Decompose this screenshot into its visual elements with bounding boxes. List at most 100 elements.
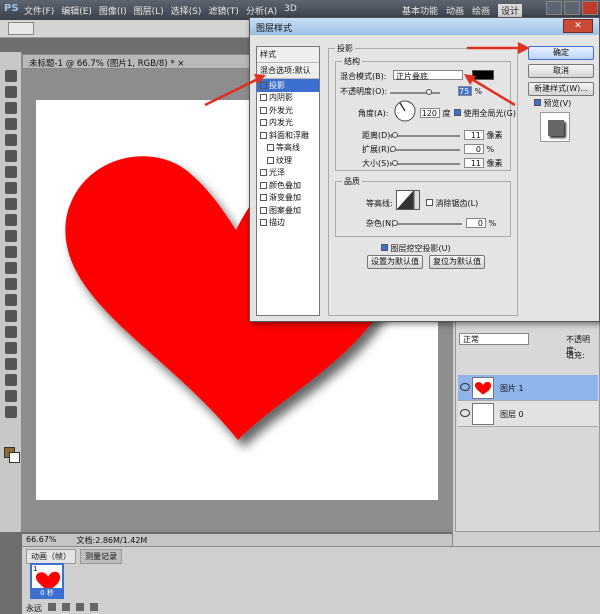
layer-row[interactable]: 图片 1 [458,375,598,401]
tab-animation[interactable]: 动画（帧） [26,549,76,564]
eyedropper-tool-icon[interactable] [5,150,17,162]
path-select-tool-icon[interactable] [5,326,17,338]
noise-input[interactable]: 0 [466,218,486,228]
style-item-checkbox[interactable] [260,219,267,227]
style-item[interactable]: 渐变叠加 [257,192,319,205]
marquee-tool-icon[interactable] [5,86,17,98]
preview-checkbox[interactable] [534,99,541,106]
document-tab-close-icon[interactable]: × [177,59,184,68]
visibility-eye-icon[interactable] [460,383,470,391]
tool-preset-picker[interactable] [8,22,34,35]
shape-tool-icon[interactable] [5,342,17,354]
layer-row[interactable]: 图层 0 [458,401,598,427]
zoom-level[interactable]: 66.67% [26,535,57,545]
menu-select[interactable]: 选择(S) [171,4,202,17]
3d-orbit-tool-icon[interactable] [5,374,17,386]
global-light-checkbox[interactable] [454,109,461,116]
style-item[interactable]: 斜面和浮雕 [257,129,319,142]
layer-name[interactable]: 图层 0 [500,409,524,420]
opacity-slider[interactable] [390,89,440,95]
pen-tool-icon[interactable] [5,294,17,306]
style-item[interactable]: 颜色叠加 [257,179,319,192]
noise-slider[interactable] [392,220,462,226]
layer-blend-mode-select[interactable]: 正常 [459,333,529,345]
menu-image[interactable]: 图像(I) [99,4,127,17]
distance-slider[interactable] [390,132,460,138]
restore-icon[interactable] [564,1,580,15]
move-tool-icon[interactable] [5,70,17,82]
brush-tool-icon[interactable] [5,182,17,194]
zoom-tool-icon[interactable] [5,406,17,418]
style-item-checkbox[interactable] [267,144,274,152]
reset-default-button[interactable]: 复位为默认值 [429,255,485,269]
cancel-button[interactable]: 取消 [528,64,594,78]
distance-input[interactable]: 11 [464,130,484,140]
style-item-checkbox[interactable] [260,119,267,127]
style-item-checkbox[interactable] [260,181,267,189]
style-item[interactable]: 纹理 [257,154,319,167]
layer-name[interactable]: 图片 1 [500,383,524,394]
eraser-tool-icon[interactable] [5,230,17,242]
clone-stamp-tool-icon[interactable] [5,198,17,210]
blur-tool-icon[interactable] [5,262,17,274]
lasso-tool-icon[interactable] [5,102,17,114]
menu-analysis[interactable]: 分析(A) [246,4,277,17]
spread-slider[interactable] [390,146,460,152]
style-item[interactable]: 内发光 [257,117,319,130]
style-item[interactable]: 图案叠加 [257,204,319,217]
size-input[interactable]: 11 [464,158,484,168]
style-item[interactable]: 光泽 [257,167,319,180]
workspace-animation[interactable]: 动画 [446,4,464,17]
knockout-checkbox[interactable] [381,244,388,251]
style-item-checkbox[interactable] [260,131,267,139]
contour-picker[interactable] [396,190,420,210]
workspace-painting[interactable]: 绘画 [472,4,490,17]
spread-slider-knob[interactable] [390,146,396,152]
menu-file[interactable]: 文件(F) [24,4,54,17]
style-item-checkbox[interactable] [260,194,267,202]
blend-mode-select[interactable]: 正片叠底 [392,70,463,81]
anti-alias-checkbox[interactable] [426,199,433,206]
menu-3d[interactable]: 3D [284,4,297,17]
loop-option[interactable]: 永远 [26,603,42,614]
play-icon[interactable] [76,603,84,611]
style-item-checkbox[interactable] [267,156,274,164]
make-default-button[interactable]: 设置为默认值 [367,255,423,269]
menu-layer[interactable]: 图层(L) [134,4,164,17]
menu-edit[interactable]: 编辑(E) [61,4,92,17]
dialog-close-button[interactable]: ✕ [563,19,593,33]
3d-rotate-tool-icon[interactable] [5,358,17,370]
style-item-checkbox[interactable] [260,206,267,214]
visibility-eye-icon[interactable] [460,409,470,417]
size-slider[interactable] [390,160,460,166]
ok-button[interactable]: 确定 [528,46,594,60]
new-style-button[interactable]: 新建样式(W)... [528,82,594,96]
quick-select-tool-icon[interactable] [5,118,17,130]
angle-dial[interactable] [394,100,416,122]
dodge-tool-icon[interactable] [5,278,17,290]
style-item[interactable]: 等高线 [257,142,319,155]
next-frame-icon[interactable] [90,603,98,611]
style-item[interactable]: 描边 [257,217,319,230]
workspace-design[interactable]: 设计 [497,4,522,17]
noise-slider-knob[interactable] [392,220,398,226]
style-item-checkbox[interactable] [260,169,267,177]
previous-frame-icon[interactable] [62,603,70,611]
size-slider-knob[interactable] [392,160,398,166]
hand-tool-icon[interactable] [5,390,17,402]
background-color-swatch[interactable] [9,452,20,463]
healing-brush-tool-icon[interactable] [5,166,17,178]
animation-frame[interactable]: 1 0 秒 [30,563,64,599]
crop-tool-icon[interactable] [5,134,17,146]
opacity-slider-knob[interactable] [426,89,432,95]
type-tool-icon[interactable] [5,310,17,322]
angle-input[interactable]: 120 [420,108,440,118]
tab-measurement-log[interactable]: 测量记录 [80,549,122,564]
first-frame-icon[interactable] [48,603,56,611]
distance-slider-knob[interactable] [392,132,398,138]
close-icon[interactable] [582,1,598,15]
history-brush-tool-icon[interactable] [5,214,17,226]
workspace-essentials[interactable]: 基本功能 [402,4,438,17]
spread-input[interactable]: 0 [464,144,484,154]
minimize-icon[interactable] [546,1,562,15]
